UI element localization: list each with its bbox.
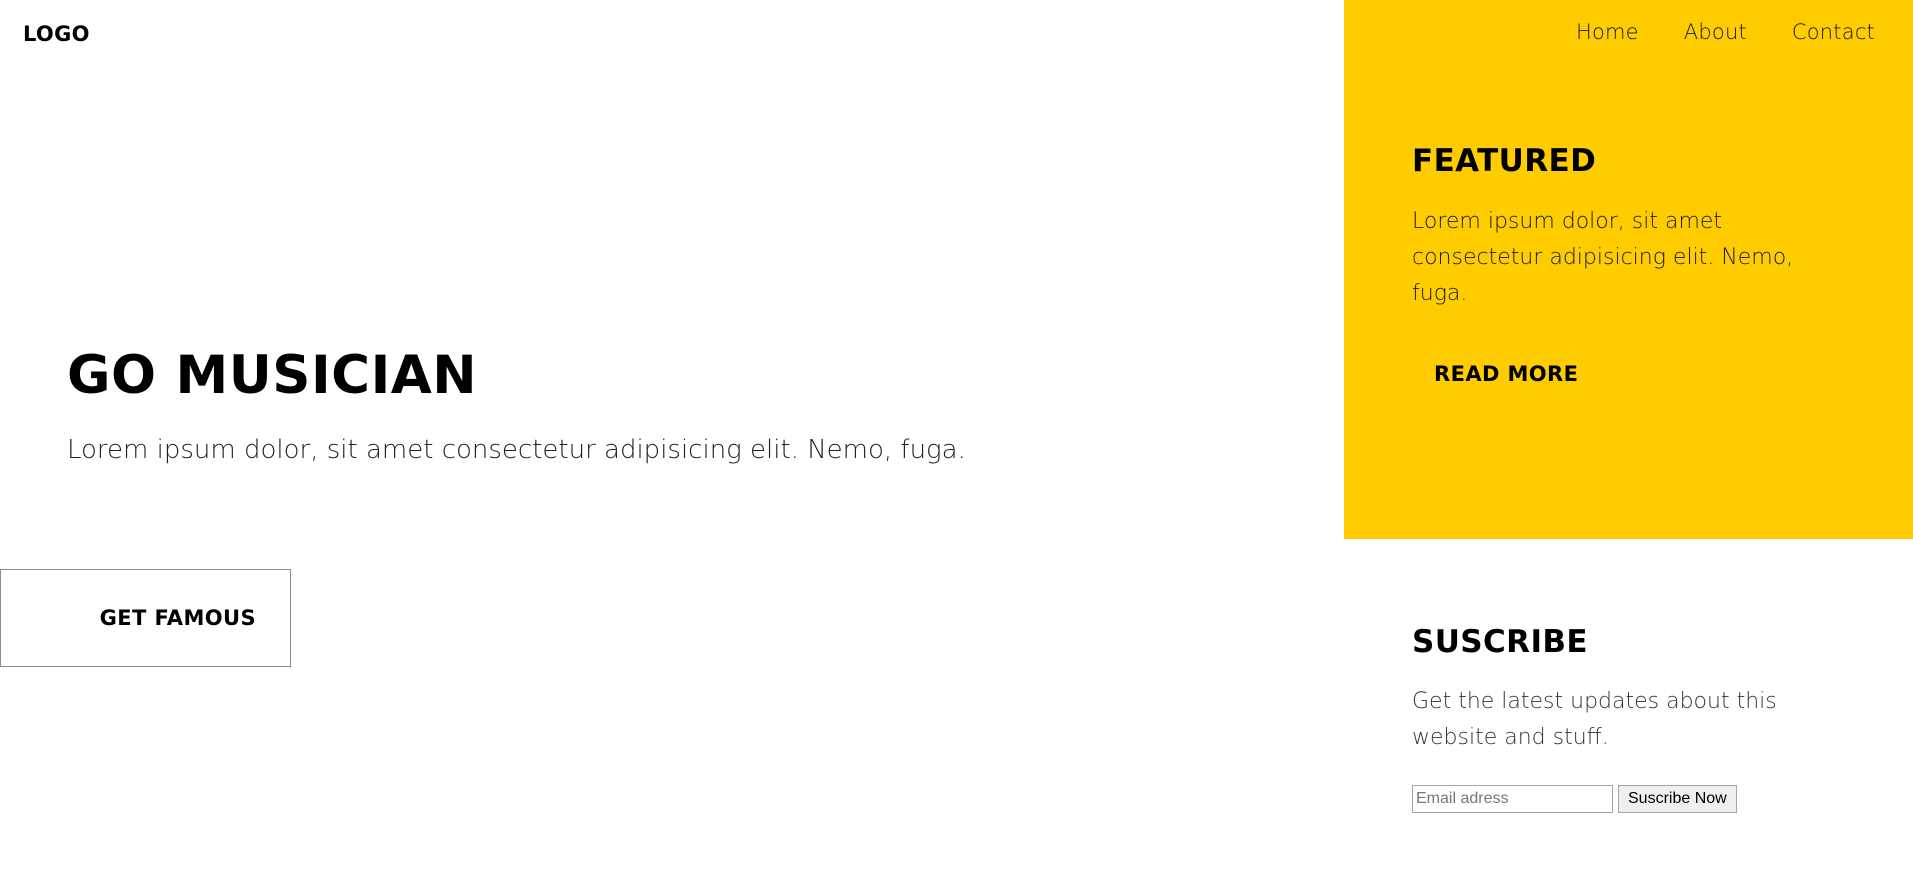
email-input[interactable] — [1412, 785, 1613, 813]
get-famous-button[interactable]: GET FAMOUS — [0, 569, 291, 667]
nav-link-home[interactable]: Home — [1576, 20, 1639, 44]
landing-page: LOGO Home About Contact GO MUSICIAN Lore… — [0, 0, 1913, 888]
featured-text: Lorem ipsum dolor, sit amet consectetur … — [1412, 209, 1794, 306]
subscribe-form: Suscribe Now — [1412, 785, 1737, 813]
subscribe-button[interactable]: Suscribe Now — [1618, 785, 1737, 813]
hero-text: Lorem ipsum dolor, sit amet consectetur … — [67, 435, 966, 465]
featured-panel: FEATURED Lorem ipsum dolor, sit amet con… — [1344, 0, 1913, 539]
read-more-link[interactable]: READ MORE — [1434, 362, 1578, 386]
hero-title: GO MUSICIAN — [67, 345, 478, 406]
subscribe-title: SUSCRIBE — [1412, 624, 1588, 660]
main-nav: Home About Contact — [1576, 20, 1875, 44]
nav-link-about[interactable]: About — [1684, 20, 1747, 44]
logo[interactable]: LOGO — [23, 22, 90, 46]
featured-title: FEATURED — [1412, 143, 1597, 179]
nav-link-contact[interactable]: Contact — [1792, 20, 1875, 44]
subscribe-text: Get the latest updates about this websit… — [1412, 689, 1777, 750]
